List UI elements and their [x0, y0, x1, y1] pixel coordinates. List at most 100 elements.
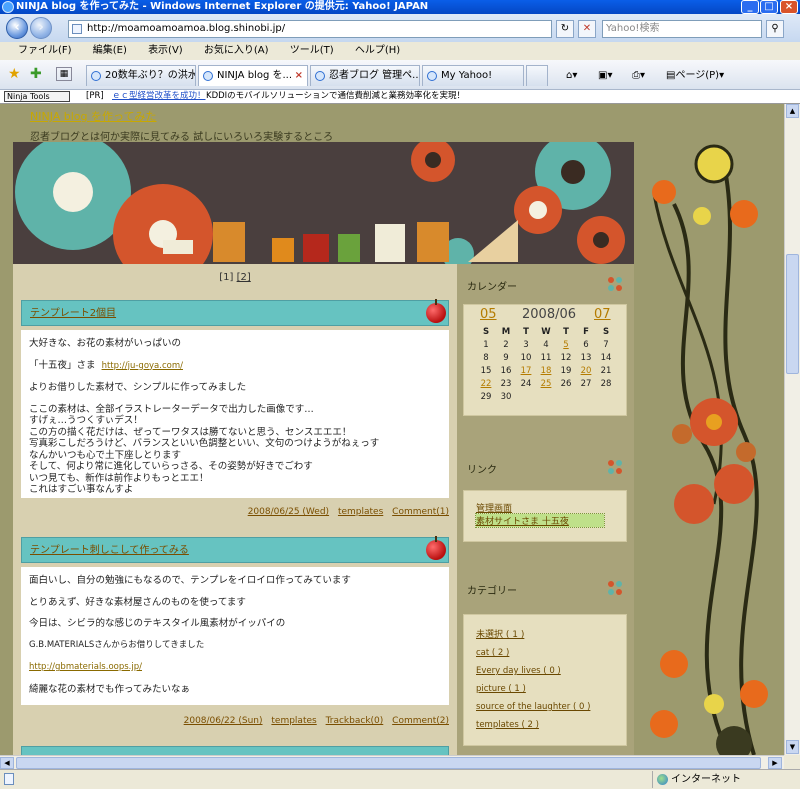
category-cat[interactable]: cat ( 2 ) — [476, 648, 626, 658]
scroll-up-icon[interactable]: ▲ — [786, 104, 799, 118]
link-admin[interactable]: 管理画面 — [476, 501, 626, 514]
menu-file[interactable]: ファイル(F) — [18, 45, 72, 56]
tab-admin[interactable]: 忍者ブログ 管理ペ... — [310, 65, 420, 86]
menu-edit[interactable]: 編集(E) — [93, 45, 127, 56]
category-source-of-laughter[interactable]: source of the laughter ( 0 ) — [476, 702, 626, 712]
vertical-scroll-thumb[interactable] — [786, 254, 799, 374]
search-icon[interactable]: ⚲ — [766, 20, 784, 38]
category-unselected[interactable]: 未選択 ( 1 ) — [476, 627, 626, 640]
calendar-day: 9 — [503, 352, 509, 363]
home-icon[interactable]: ⌂▾ — [566, 69, 577, 83]
post-date-link[interactable]: 2008/06/22 (Sun) — [184, 716, 263, 726]
post-external-link[interactable]: http://ju-goya.com/ — [102, 361, 183, 371]
ie-logo-icon — [2, 1, 14, 13]
pr-label: [PR] — [86, 91, 104, 101]
calendar-day[interactable]: 22 — [476, 377, 496, 390]
category-picture[interactable]: picture ( 1 ) — [476, 684, 626, 694]
tab-flood[interactable]: 20数年ぶり？の洪水... — [86, 65, 196, 86]
page-status-icon — [4, 773, 14, 785]
calendar-day: 28 — [600, 378, 612, 389]
post-title-bar: テンプレート2個目 — [21, 299, 449, 326]
flower-ornament-icon — [608, 460, 622, 474]
post-text: 大好きな、お花の素材がいっぱいの — [29, 338, 182, 349]
search-input[interactable]: Yahoo!検索 — [602, 20, 762, 38]
page-1-link[interactable]: [1] — [219, 272, 233, 283]
add-favorites-icon[interactable]: ✚ — [30, 66, 42, 82]
horizontal-scrollbar[interactable]: ◀ ▶ — [0, 755, 784, 769]
post-body: 大好きな、お花の素材がいっぱいの 「十五夜」さま http://ju-goya.… — [21, 330, 449, 498]
tab-my-yahoo[interactable]: My Yahoo! — [422, 65, 524, 86]
calendar-day: 13 — [580, 352, 592, 363]
calendar-day: 14 — [600, 352, 612, 363]
apple-icon — [426, 536, 446, 560]
tab-close-icon[interactable]: × — [295, 66, 303, 86]
post-date-link[interactable]: 2008/06/25 (Wed) — [248, 507, 329, 517]
tab-ninja-blog[interactable]: NINJA blog を... × — [198, 65, 308, 86]
link-jugoya[interactable]: 素材サイトさま 十五夜 — [475, 513, 605, 528]
flower-vine-decoration — [634, 104, 784, 755]
new-tab-button[interactable] — [526, 65, 548, 86]
calendar-day: 16 — [500, 365, 512, 376]
category-every-day-lives[interactable]: Every day lives ( 0 ) — [476, 666, 626, 676]
calendar-day: 19 — [560, 365, 572, 376]
post-text: 「十五夜」さま — [29, 359, 96, 371]
feeds-icon[interactable]: ▣▾ — [598, 69, 612, 83]
ninja-tools-logo[interactable]: Ninja Tools — [4, 91, 70, 102]
address-bar[interactable]: http://moamoamoamoa.blog.shinobi.jp/ — [68, 20, 552, 38]
scroll-left-icon[interactable]: ◀ — [0, 757, 14, 769]
horizontal-scroll-thumb[interactable] — [16, 757, 761, 769]
post-external-link[interactable]: http://gbmaterials.oops.jp/ — [29, 662, 142, 672]
category-templates[interactable]: templates ( 2 ) — [476, 720, 626, 730]
print-icon[interactable]: ⎙▾ — [632, 69, 645, 83]
menu-favorites[interactable]: お気に入り(A) — [204, 45, 269, 56]
favorites-star-icon[interactable]: ★ — [8, 66, 21, 82]
calendar-day: 11 — [540, 352, 552, 363]
forward-button[interactable]: › — [30, 17, 52, 39]
menu-view[interactable]: 表示(V) — [148, 45, 183, 56]
calendar-day[interactable]: 17 — [516, 364, 536, 377]
menu-tools[interactable]: ツール(T) — [290, 45, 334, 56]
pr-link[interactable]: ｅｃ型経営改革を成功！ — [112, 90, 206, 103]
url-text: http://moamoamoamoa.blog.shinobi.jp/ — [87, 23, 286, 34]
globe-icon — [657, 774, 668, 785]
page-menu[interactable]: ▤ページ(P)▾ — [666, 69, 724, 83]
page-2-link[interactable]: [2] — [237, 272, 251, 283]
calendar-day[interactable]: 20 — [576, 364, 596, 377]
post-category-link[interactable]: templates — [271, 716, 316, 726]
calendar-widget: 05 2008/06 07 S M T W T F S 1 2 3 4 5 6 7 8 9 10 11 12 13 14… — [463, 304, 627, 416]
back-button[interactable]: ‹ — [6, 17, 28, 39]
menu-help[interactable]: ヘルプ(H) — [355, 45, 400, 56]
refresh-button[interactable]: ↻ — [556, 20, 574, 38]
blog-subtitle: 忍者ブログとは何か実際に見てみる 試しにいろいろ実験するところ — [30, 132, 334, 143]
scroll-down-icon[interactable]: ▼ — [786, 740, 799, 754]
security-zone[interactable]: インターネット — [652, 771, 798, 788]
menu-bar: ファイル(F) 編集(E) 表示(V) お気に入り(A) ツール(T) ヘルプ(… — [0, 42, 800, 60]
calendar-day: 3 — [523, 339, 529, 350]
calendar-day[interactable]: 25 — [536, 377, 556, 390]
maximize-button[interactable]: □ — [760, 0, 778, 14]
calendar-day: 2 — [503, 339, 509, 350]
minimize-button[interactable]: _ — [741, 0, 759, 14]
title-bar: NINJA blog を作ってみた - Windows Internet Exp… — [0, 0, 800, 14]
calendar-prev-month[interactable]: 05 — [480, 307, 497, 322]
vertical-scrollbar[interactable]: ▲ ▼ — [784, 104, 800, 755]
post-title-bar — [21, 746, 449, 755]
links-heading: リンク — [467, 465, 497, 476]
post-comment-link[interactable]: Comment(1) — [392, 507, 449, 517]
pr-text[interactable]: KDDIのモバイルソリューションで通信費削減と業務効率化を実現！ — [206, 90, 465, 103]
calendar-day: 27 — [580, 378, 592, 389]
calendar-day[interactable]: 5 — [556, 338, 576, 351]
post-trackback-link[interactable]: Trackback(0) — [326, 716, 384, 726]
post-category-link[interactable]: templates — [338, 507, 383, 517]
scroll-right-icon[interactable]: ▶ — [768, 757, 782, 769]
calendar-day[interactable]: 18 — [536, 364, 556, 377]
close-button[interactable]: × — [780, 0, 798, 14]
blog-title[interactable]: NINJA blog を作ってみた — [30, 108, 156, 124]
stop-button[interactable]: ✕ — [578, 20, 596, 38]
post-comment-link[interactable]: Comment(2) — [392, 716, 449, 726]
calendar-next-month[interactable]: 07 — [594, 307, 611, 322]
post-title-link[interactable]: テンプレート2個目 — [30, 308, 116, 319]
post-title-link[interactable]: テンプレート刺しこして作ってみる — [30, 545, 189, 556]
calendar-day: 26 — [560, 378, 572, 389]
quick-tabs-icon[interactable]: ▦ — [56, 67, 72, 81]
